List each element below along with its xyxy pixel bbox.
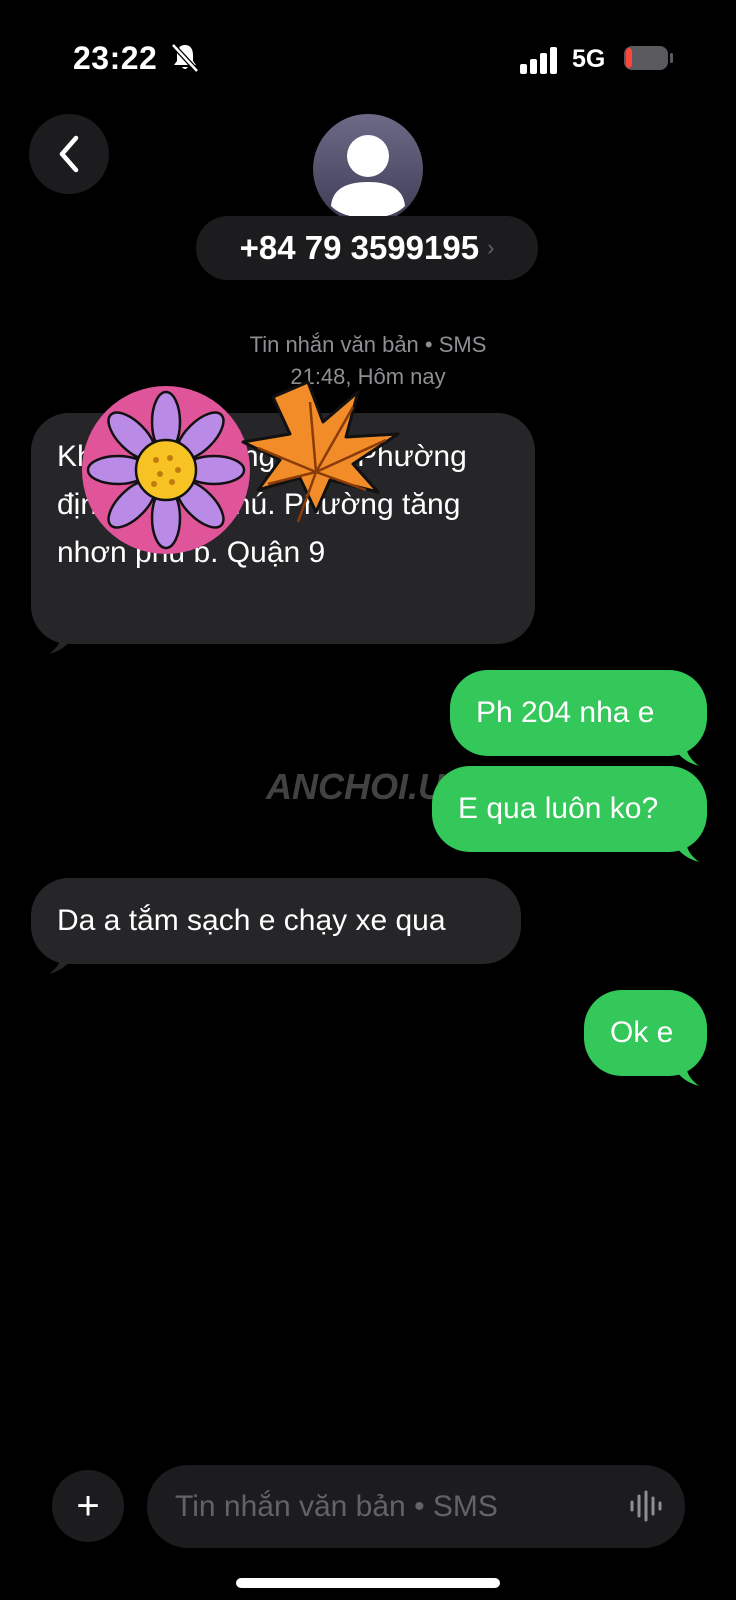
message-input[interactable]: Tin nhắn văn bản • SMS <box>147 1465 685 1548</box>
plus-icon: + <box>76 1483 100 1528</box>
contact-number: +84 79 3599195 <box>239 229 480 266</box>
status-time: 23:22 <box>73 40 158 76</box>
bubble-tail <box>671 1060 699 1086</box>
message-bubble-outgoing[interactable]: Ph 204 nha e <box>450 670 707 766</box>
leaf-sticker <box>241 380 400 523</box>
message-bubble-outgoing[interactable]: Ok e <box>584 990 707 1086</box>
message-bubble-outgoing[interactable]: E qua luôn ko? <box>432 766 707 862</box>
person-icon <box>331 135 405 218</box>
chevron-right-icon: › <box>487 235 495 260</box>
bubble-tail <box>49 628 77 654</box>
message-text: E qua luôn ko? <box>458 792 659 825</box>
status-bar: 23:22 5G <box>0 0 736 110</box>
home-indicator[interactable] <box>236 1578 500 1588</box>
message-input-placeholder: Tin nhắn văn bản • SMS <box>175 1489 498 1523</box>
bubble-tail <box>49 948 77 974</box>
message-text: Ph 204 nha e <box>476 696 655 729</box>
message-text: Ok e <box>610 1016 674 1049</box>
contact-avatar[interactable] <box>313 114 423 224</box>
add-attachment-button[interactable]: + <box>52 1470 124 1542</box>
chevron-left-icon <box>59 135 79 173</box>
contact-name-button[interactable]: +84 79 3599195 › <box>196 216 538 280</box>
battery-icon <box>624 46 673 70</box>
bell-slash-icon <box>171 43 199 73</box>
network-type: 5G <box>572 45 606 73</box>
bubble-tail <box>671 836 699 862</box>
message-text: Da a tắm sạch e chạy xe qua <box>57 904 446 937</box>
flower-sticker <box>82 386 250 554</box>
waveform-icon[interactable] <box>628 1488 664 1524</box>
back-button[interactable] <box>29 114 109 194</box>
bubble-tail <box>671 740 699 766</box>
signal-icon <box>520 47 557 74</box>
thread-type-label: Tin nhắn văn bản • SMS <box>249 332 487 357</box>
message-bubble-incoming[interactable]: Da a tắm sạch e chạy xe qua <box>31 878 521 974</box>
